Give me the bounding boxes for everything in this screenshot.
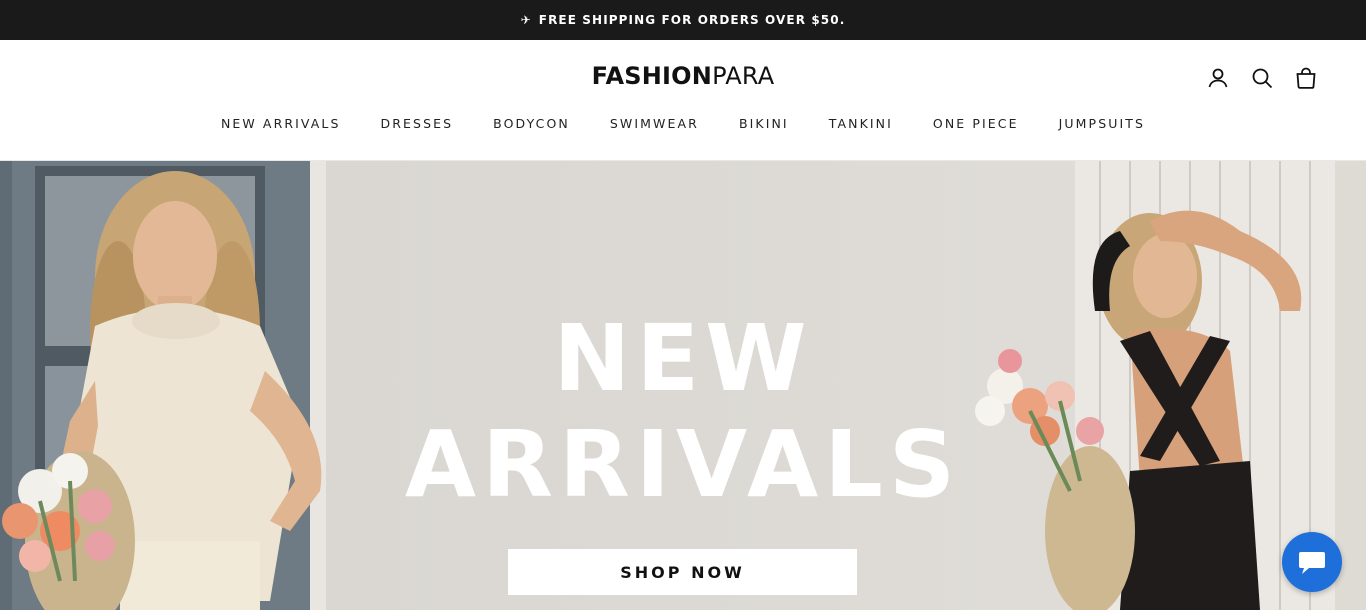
nav-item-one-piece[interactable]: ONE PIECE xyxy=(933,116,1019,131)
chat-bubble-icon xyxy=(1299,552,1325,574)
announcement-bar: ✈ FREE SHIPPING FOR ORDERS OVER $50. xyxy=(0,0,1366,40)
main-nav: NEW ARRIVALS DRESSES BODYCON SWIMWEAR BI… xyxy=(0,116,1366,131)
shop-now-button[interactable]: SHOP NOW xyxy=(508,549,857,595)
announcement-text: FREE SHIPPING FOR ORDERS OVER $50. xyxy=(538,13,846,27)
cart-icon[interactable] xyxy=(1294,66,1318,90)
hero-banner[interactable]: NEW ARRIVALS SHOP NOW xyxy=(0,161,1366,610)
nav-item-tankini[interactable]: TANKINI xyxy=(829,116,893,131)
hero-title-line1: NEW xyxy=(553,305,813,412)
nav-item-bodycon[interactable]: BODYCON xyxy=(493,116,570,131)
nav-item-jumpsuits[interactable]: JUMPSUITS xyxy=(1059,116,1145,131)
nav-item-swimwear[interactable]: SWIMWEAR xyxy=(610,116,699,131)
logo-light-text: PARA xyxy=(712,62,775,90)
nav-item-bikini[interactable]: BIKINI xyxy=(739,116,789,131)
airplane-icon: ✈ xyxy=(520,13,532,27)
account-icon[interactable] xyxy=(1206,66,1230,90)
search-icon[interactable] xyxy=(1250,66,1274,90)
site-header: FASHIONPARA NEW ARRIVALS DRESSES BODYCON… xyxy=(0,40,1366,161)
nav-item-new-arrivals[interactable]: NEW ARRIVALS xyxy=(221,116,341,131)
header-icons xyxy=(1206,66,1318,90)
logo[interactable]: FASHIONPARA xyxy=(0,62,1366,90)
hero-title-line2: ARRIVALS xyxy=(404,411,962,518)
logo-bold-text: FASHION xyxy=(591,62,713,90)
nav-item-dresses[interactable]: DRESSES xyxy=(381,116,454,131)
chat-button[interactable] xyxy=(1282,532,1342,592)
